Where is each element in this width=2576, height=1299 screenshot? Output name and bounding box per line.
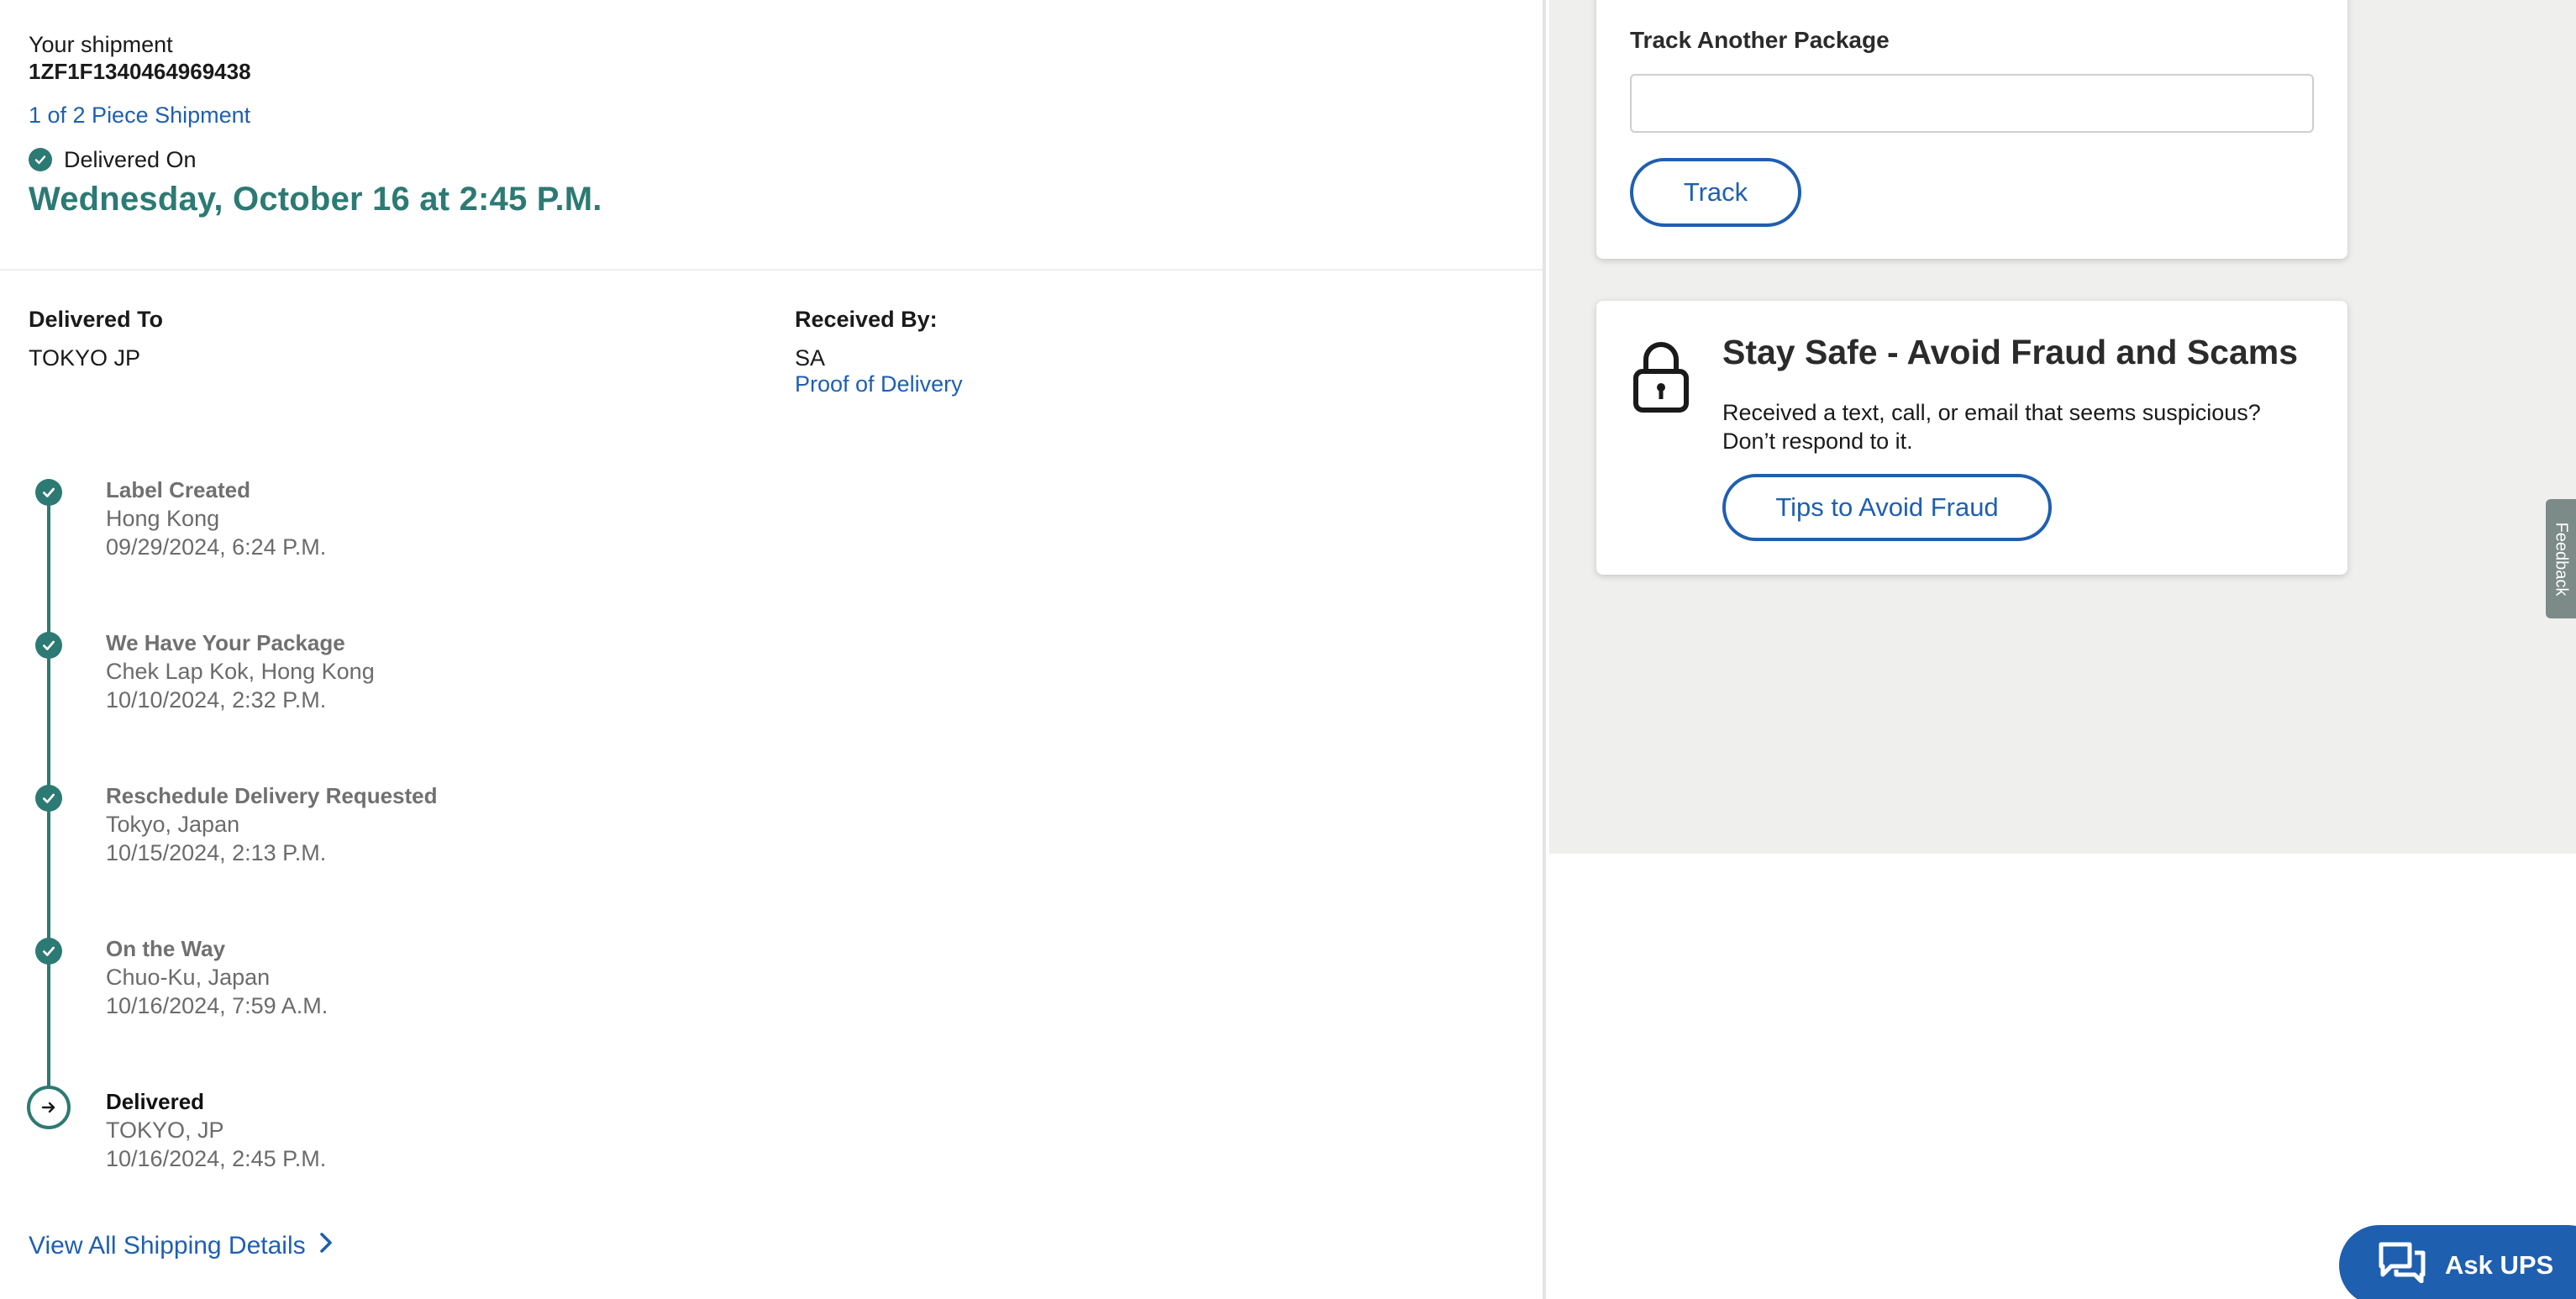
delivered-to-label: Delivered To xyxy=(29,307,164,332)
timeline-step-datetime: 10/15/2024, 2:13 P.M. xyxy=(106,840,327,865)
timeline-step-location: Hong Kong xyxy=(106,506,220,531)
delivered-to-value: TOKYO JP xyxy=(29,345,141,371)
ask-ups-label: Ask UPS xyxy=(2445,1250,2554,1280)
status-row: Delivered On xyxy=(29,147,1543,172)
piece-shipment-link[interactable]: 1 of 2 Piece Shipment xyxy=(29,103,250,129)
timeline-step-location: Chek Lap Kok, Hong Kong xyxy=(106,659,375,684)
shipment-header: Your shipment 1ZF1F1340464969438 1 of 2 … xyxy=(0,0,1543,271)
check-circle-icon xyxy=(35,632,62,659)
chat-icon xyxy=(2378,1241,2426,1290)
track-another-package-label: Track Another Package xyxy=(1630,27,1890,53)
check-circle-icon xyxy=(35,479,62,506)
fraud-awareness-card: Stay Safe - Avoid Fraud and Scams Receiv… xyxy=(1596,301,2347,575)
timeline-step-location: Chuo-Ku, Japan xyxy=(106,965,271,990)
timeline-step-datetime: 10/10/2024, 2:32 P.M. xyxy=(106,687,327,713)
check-circle-icon xyxy=(35,938,62,965)
shipment-panel: Your shipment 1ZF1F1340464969438 1 of 2 … xyxy=(0,0,1546,1299)
track-button[interactable]: Track xyxy=(1630,158,1801,227)
timeline-step-location: Tokyo, Japan xyxy=(106,812,240,837)
proof-of-delivery-link[interactable]: Proof of Delivery xyxy=(795,371,963,397)
timeline-step-title: On the Way xyxy=(106,936,226,961)
feedback-tab[interactable]: Feedback xyxy=(2546,499,2576,618)
timeline-step-text: On the Way Chuo-Ku, Japan 10/16/2024, 7:… xyxy=(106,934,328,1020)
timeline-step-text: Reschedule Delivery Requested Tokyo, Jap… xyxy=(106,781,438,867)
ask-ups-chat-button[interactable]: Ask UPS xyxy=(2339,1225,2576,1299)
check-circle-icon xyxy=(35,785,62,812)
received-by-section: Received By: SA Proof of Delivery xyxy=(795,306,963,397)
fraud-card-title: Stay Safe - Avoid Fraud and Scams xyxy=(1722,333,2299,371)
check-circle-icon xyxy=(29,148,52,171)
arrow-right-circle-icon xyxy=(27,1086,71,1129)
timeline-step-text: Label Created Hong Kong 09/29/2024, 6:24… xyxy=(106,476,326,561)
received-by-label: Received By: xyxy=(795,307,938,332)
tips-to-avoid-fraud-button[interactable]: Tips to Avoid Fraud xyxy=(1722,474,2052,541)
timeline-step-location: TOKYO, JP xyxy=(106,1118,224,1143)
delivered-to-section: Delivered To TOKYO JP xyxy=(29,306,163,371)
track-another-package-card: Track Another Package Track xyxy=(1596,0,2347,259)
your-shipment-label: Your shipment xyxy=(29,32,173,57)
delivery-details: Delivered To TOKYO JP Received By: SA Pr… xyxy=(0,271,1543,439)
received-by-value: SA xyxy=(795,345,826,371)
view-all-label: View All Shipping Details xyxy=(29,1232,306,1260)
timeline-step-title: We Have Your Package xyxy=(106,630,345,655)
timeline-step-title: Label Created xyxy=(106,477,250,502)
chevron-right-icon xyxy=(319,1232,333,1260)
status-label: Delivered On xyxy=(64,146,197,172)
timeline-step-datetime: 10/16/2024, 7:59 A.M. xyxy=(106,993,329,1018)
timeline-step-datetime: 10/16/2024, 2:45 P.M. xyxy=(106,1146,327,1171)
timeline-step-title: Delivered xyxy=(106,1089,205,1114)
tracking-number: 1ZF1F1340464969438 xyxy=(29,59,251,84)
lock-icon xyxy=(1632,339,1690,418)
timeline-step-text: We Have Your Package Chek Lap Kok, Hong … xyxy=(106,628,375,714)
feedback-tab-label: Feedback xyxy=(2552,522,2571,596)
timeline-step-datetime: 09/29/2024, 6:24 P.M. xyxy=(106,534,327,560)
delivered-date: Wednesday, October 16 at 2:45 P.M. xyxy=(29,181,602,218)
tracking-number-input[interactable] xyxy=(1630,74,2314,133)
fraud-card-body: Received a text, call, or email that see… xyxy=(1722,400,2261,454)
timeline-step-title: Reschedule Delivery Requested xyxy=(106,783,438,808)
timeline-step-text: Delivered TOKYO, JP 10/16/2024, 2:45 P.M… xyxy=(106,1087,326,1173)
view-all-shipping-details-link[interactable]: View All Shipping Details xyxy=(29,1232,333,1260)
